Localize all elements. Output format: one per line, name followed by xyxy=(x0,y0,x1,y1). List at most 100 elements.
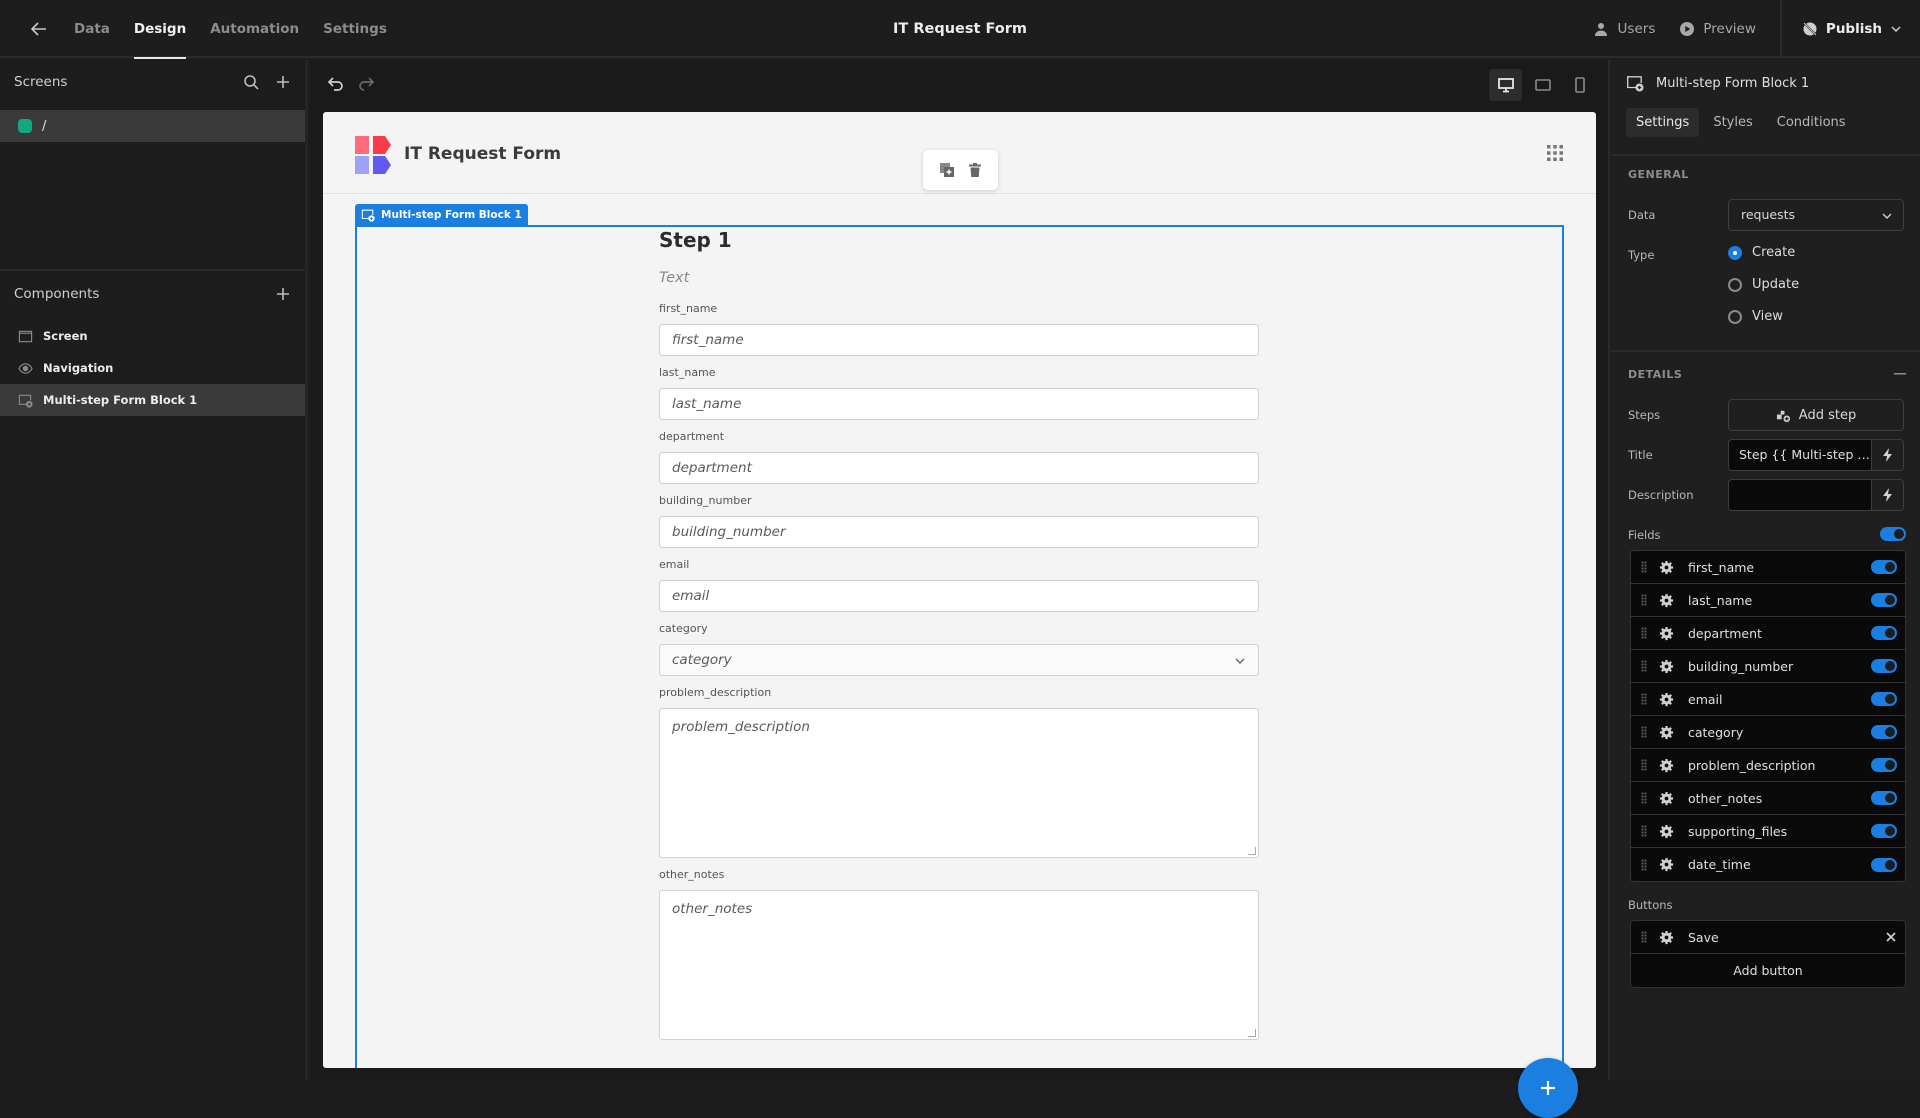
close-icon[interactable] xyxy=(1885,931,1897,943)
field-toggle[interactable] xyxy=(1871,659,1897,673)
email-input[interactable]: email xyxy=(659,580,1259,612)
add-step-button[interactable]: Add step xyxy=(1728,399,1904,431)
drag-handle-icon[interactable] xyxy=(1641,792,1647,804)
drag-handle-icon[interactable] xyxy=(1641,726,1647,738)
resize-handle[interactable] xyxy=(1248,847,1256,855)
device-mobile[interactable] xyxy=(1563,69,1596,101)
form-field-building-number: building_number building_number xyxy=(659,494,1259,548)
description-binding-input[interactable] xyxy=(1728,479,1904,511)
gear-icon[interactable] xyxy=(1659,593,1674,608)
field-row[interactable]: first_name xyxy=(1631,551,1905,584)
component-item-screen[interactable]: Screen xyxy=(0,320,305,352)
binding-button[interactable] xyxy=(1871,480,1903,510)
field-row[interactable]: department xyxy=(1631,617,1905,650)
data-source-select[interactable]: requests xyxy=(1728,199,1904,231)
selected-component-tag[interactable]: Multi-step Form Block 1 xyxy=(355,204,528,226)
field-toggle[interactable] xyxy=(1871,857,1897,872)
field-row[interactable]: other_notes xyxy=(1631,782,1905,815)
screen-item[interactable]: / xyxy=(0,110,305,142)
type-radio-view[interactable]: View xyxy=(1728,309,1783,324)
field-toggle[interactable] xyxy=(1871,692,1897,706)
component-item-multistep-form[interactable]: Multi-step Form Block 1 xyxy=(0,384,305,416)
tab-conditions[interactable]: Conditions xyxy=(1767,108,1856,137)
back-arrow-icon[interactable] xyxy=(28,18,50,40)
field-row[interactable]: last_name xyxy=(1631,584,1905,617)
field-toggle[interactable] xyxy=(1871,593,1897,607)
duplicate-icon[interactable] xyxy=(939,162,955,178)
add-screen-icon[interactable] xyxy=(275,74,291,90)
type-radio-create[interactable]: Create xyxy=(1728,245,1795,260)
gear-icon[interactable] xyxy=(1659,626,1674,641)
department-input[interactable]: department xyxy=(659,452,1259,484)
collapse-icon[interactable] xyxy=(1894,372,1906,376)
redo-icon[interactable] xyxy=(357,74,377,94)
drag-handle-icon[interactable] xyxy=(1641,594,1647,606)
drag-handle-icon[interactable] xyxy=(1641,858,1647,871)
delete-icon[interactable] xyxy=(967,162,983,178)
gear-icon[interactable] xyxy=(1659,758,1674,773)
field-toggle[interactable] xyxy=(1871,824,1897,838)
grid-menu-icon[interactable] xyxy=(1546,144,1564,162)
tab-automation[interactable]: Automation xyxy=(210,0,299,58)
tab-styles[interactable]: Styles xyxy=(1703,108,1762,137)
gear-icon[interactable] xyxy=(1659,659,1674,674)
first-name-input[interactable]: first_name xyxy=(659,324,1259,356)
gear-icon[interactable] xyxy=(1659,857,1674,872)
building-number-input[interactable]: building_number xyxy=(659,516,1259,548)
drag-handle-icon[interactable] xyxy=(1641,759,1647,771)
title-value[interactable]: Step {{ Multi-step F… xyxy=(1729,440,1871,470)
tab-design[interactable]: Design xyxy=(133,0,187,59)
description-value[interactable] xyxy=(1729,480,1871,510)
device-tablet[interactable] xyxy=(1526,69,1559,101)
drag-handle-icon[interactable] xyxy=(1641,660,1647,672)
field-row[interactable]: problem_description xyxy=(1631,749,1905,782)
resize-handle[interactable] xyxy=(1248,1029,1256,1037)
field-row[interactable]: category xyxy=(1631,716,1905,749)
field-toggle[interactable] xyxy=(1871,560,1897,574)
drag-handle-icon[interactable] xyxy=(1641,931,1647,943)
drag-handle-icon[interactable] xyxy=(1641,825,1647,837)
drag-handle-icon[interactable] xyxy=(1641,693,1647,705)
problem-description-textarea[interactable]: problem_description xyxy=(659,708,1259,858)
desktop-icon xyxy=(1497,78,1514,93)
add-component-fab[interactable] xyxy=(1518,1058,1578,1118)
field-toggle[interactable] xyxy=(1871,758,1897,772)
field-row[interactable]: building_number xyxy=(1631,650,1905,683)
category-select[interactable]: category xyxy=(659,644,1259,676)
field-row[interactable]: email xyxy=(1631,683,1905,716)
gear-icon[interactable] xyxy=(1659,930,1674,945)
tab-settings-panel[interactable]: Settings xyxy=(1626,108,1700,137)
users-button[interactable]: Users xyxy=(1594,21,1655,37)
binding-button[interactable] xyxy=(1871,440,1903,470)
button-row[interactable]: Save xyxy=(1631,921,1905,954)
gear-icon[interactable] xyxy=(1659,791,1674,806)
field-toggle[interactable] xyxy=(1871,725,1897,739)
device-desktop[interactable] xyxy=(1489,69,1522,101)
publish-button[interactable]: Publish xyxy=(1779,0,1920,58)
drag-handle-icon[interactable] xyxy=(1641,561,1647,573)
component-item-navigation[interactable]: Navigation xyxy=(0,352,305,384)
add-button-button[interactable]: Add button xyxy=(1631,954,1905,987)
field-row[interactable]: date_time xyxy=(1631,848,1905,881)
last-name-input[interactable]: last_name xyxy=(659,388,1259,420)
preview-button[interactable]: Preview xyxy=(1679,21,1756,37)
gear-icon[interactable] xyxy=(1659,824,1674,839)
fields-toggle[interactable] xyxy=(1880,527,1906,541)
tab-data[interactable]: Data xyxy=(74,0,110,58)
field-row[interactable]: supporting_files xyxy=(1631,815,1905,848)
tab-settings[interactable]: Settings xyxy=(323,0,387,58)
field-toggle[interactable] xyxy=(1871,626,1897,640)
title-binding-input[interactable]: Step {{ Multi-step F… xyxy=(1728,439,1904,471)
chevron-down-icon[interactable] xyxy=(1890,23,1902,35)
gear-icon[interactable] xyxy=(1659,560,1674,575)
search-icon[interactable] xyxy=(243,74,259,90)
radio-selected-icon xyxy=(1728,245,1742,260)
other-notes-textarea[interactable]: other_notes xyxy=(659,890,1259,1040)
drag-handle-icon[interactable] xyxy=(1641,627,1647,639)
add-component-icon[interactable] xyxy=(275,286,291,302)
undo-icon[interactable] xyxy=(325,74,345,94)
type-radio-update[interactable]: Update xyxy=(1728,277,1799,292)
field-toggle[interactable] xyxy=(1871,791,1897,805)
gear-icon[interactable] xyxy=(1659,692,1674,707)
gear-icon[interactable] xyxy=(1659,725,1674,740)
